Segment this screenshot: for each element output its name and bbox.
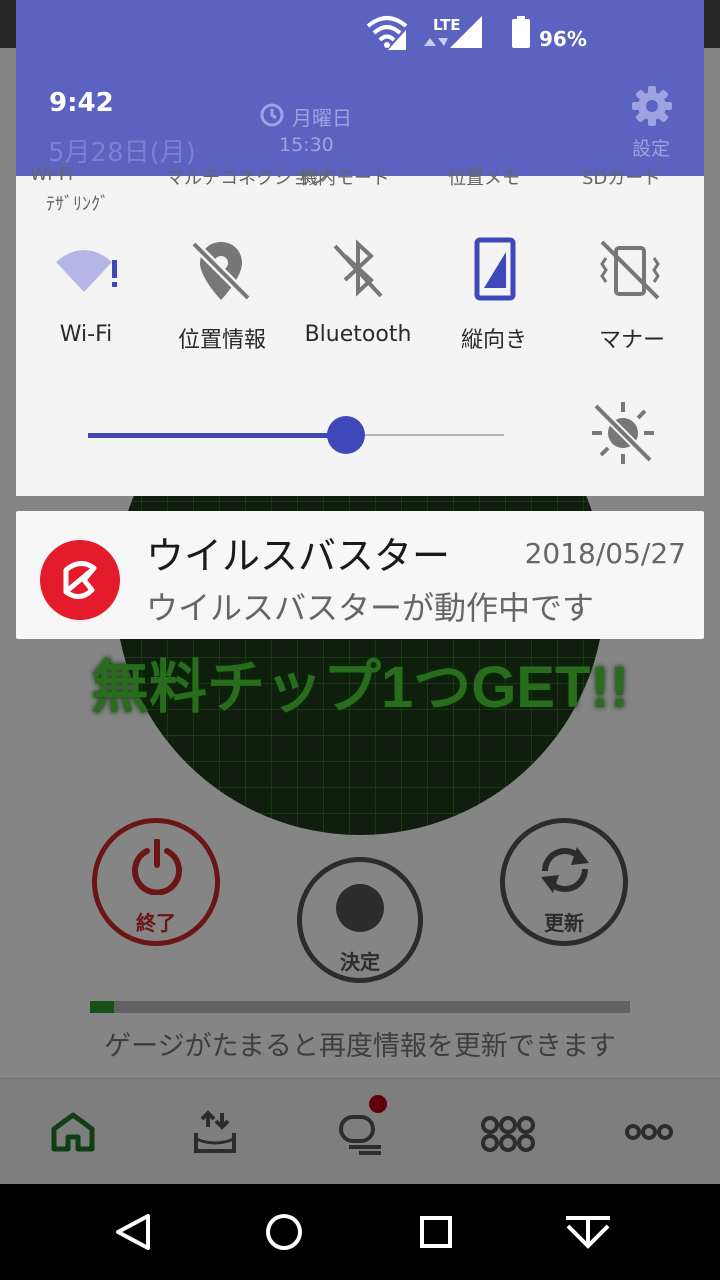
notification-message: ウイルスバスターが動作中です	[146, 589, 595, 627]
manner-mode-off-icon[interactable]	[596, 236, 666, 306]
faint-label-memo: 位置メモ	[448, 168, 520, 189]
gear-icon[interactable]	[630, 84, 674, 128]
virusbuster-icon	[40, 540, 120, 620]
brightness-slider-thumb[interactable]	[326, 416, 365, 454]
alarm-icon	[260, 103, 284, 127]
system-nav-bar	[0, 1184, 720, 1280]
wifi-warning-icon[interactable]	[54, 236, 124, 306]
tile-label-portrait: 縦向き	[460, 328, 527, 353]
lte-arrows-icon	[424, 38, 448, 46]
tile-label-location: 位置情報	[177, 328, 266, 353]
bluetooth-off-icon[interactable]	[323, 236, 393, 306]
alarm-day[interactable]: 月曜日	[292, 102, 352, 131]
recents-icon[interactable]	[412, 1208, 460, 1256]
cell-signal-icon	[450, 16, 482, 48]
battery-percent: 96%	[539, 27, 587, 51]
quick-settings-panel: Wi-Fi ﾃｻﾞﾘﾝｸﾞ マルチコネクション 機内モード 位置メモ SDカード…	[16, 164, 704, 496]
virusbuster-logo	[63, 561, 97, 599]
battery-icon	[512, 16, 530, 48]
location-off-icon[interactable]	[186, 236, 256, 306]
tile-label-wifi: Wi-Fi	[59, 322, 113, 347]
faint-label-airplane: 機内モード	[300, 168, 390, 189]
faint-label-wifi: Wi-Fi	[30, 164, 73, 185]
settings-label[interactable]: 設定	[632, 134, 670, 161]
portrait-lock-icon[interactable]	[460, 236, 530, 306]
clock: 9:42	[49, 88, 114, 118]
faint-label-sd: SDカード	[582, 168, 662, 189]
wifi-icon	[366, 16, 408, 50]
back-icon[interactable]	[110, 1208, 158, 1256]
collapse-shade-icon[interactable]	[562, 1208, 614, 1256]
faint-label-tethering: ﾃｻﾞﾘﾝｸﾞ	[46, 194, 109, 215]
brightness-slider-fill	[88, 433, 346, 438]
shade-header: LTE 96% 9:42 5月28日(月) 月曜日 15:30 設定	[16, 0, 704, 176]
notification-card[interactable]: ウイルスバスター 2018/05/27 ウイルスバスターが動作中です	[16, 511, 704, 639]
auto-brightness-off-icon[interactable]	[588, 398, 658, 468]
alarm-time[interactable]: 15:30	[279, 134, 334, 156]
tile-label-bluetooth: Bluetooth	[304, 322, 412, 347]
home-circle-icon[interactable]	[260, 1208, 308, 1256]
notification-date: 2018/05/27	[524, 537, 686, 570]
tile-label-manner: マナー	[598, 328, 665, 353]
notification-title: ウイルスバスター	[146, 534, 451, 578]
